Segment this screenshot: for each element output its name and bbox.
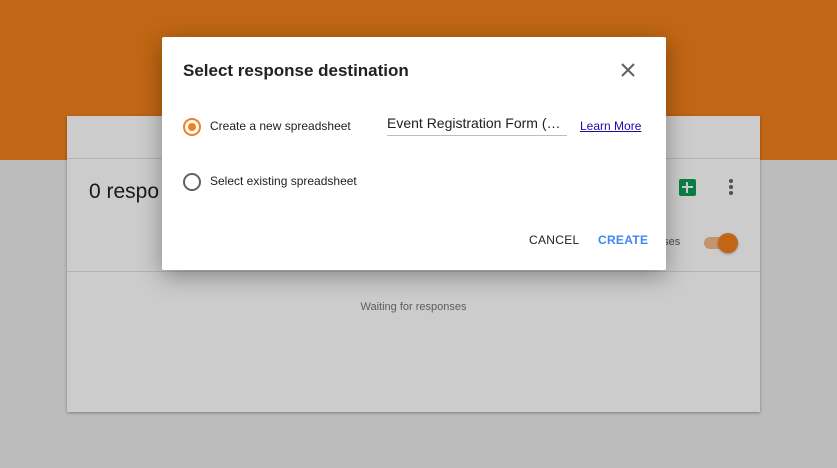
- close-icon[interactable]: [617, 61, 639, 79]
- response-destination-dialog: Select response destination Create a new…: [162, 37, 666, 270]
- learn-more-link[interactable]: Learn More: [580, 119, 641, 133]
- spreadsheet-name-input[interactable]: Event Registration Form (R...: [387, 115, 567, 136]
- radio-create-new-label[interactable]: Create a new spreadsheet: [210, 119, 351, 133]
- cancel-button[interactable]: CANCEL: [529, 233, 579, 247]
- dialog-title: Select response destination: [183, 61, 409, 80]
- radio-select-existing[interactable]: [183, 173, 201, 191]
- radio-create-new[interactable]: [183, 118, 201, 136]
- create-button[interactable]: CREATE: [598, 233, 648, 247]
- radio-select-existing-label[interactable]: Select existing spreadsheet: [210, 174, 357, 188]
